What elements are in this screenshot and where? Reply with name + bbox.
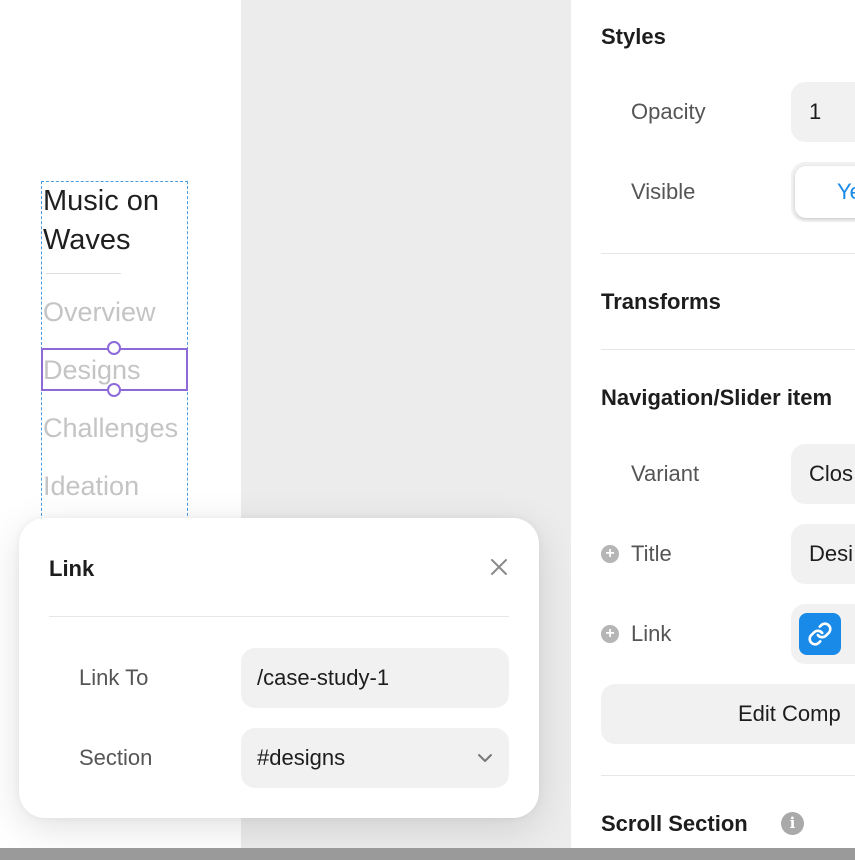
bottom-bar (0, 848, 855, 860)
info-icon[interactable]: i (781, 812, 804, 835)
nav-item-overview[interactable]: Overview (43, 296, 156, 328)
popover-title: Link (49, 556, 95, 581)
variant-select[interactable]: Clos (791, 444, 855, 504)
section-label: Section (79, 745, 153, 770)
styles-section-title: Styles (601, 24, 666, 49)
link-popover: Link Link To /case-study-1 Section #desi… (19, 518, 539, 818)
properties-panel: Styles Opacity 1 Visible Ye Transforms N… (571, 0, 855, 860)
visible-yes-option[interactable]: Ye (795, 166, 855, 218)
resize-handle-top[interactable] (107, 341, 121, 355)
title-input[interactable]: Desi (791, 524, 855, 584)
opacity-input[interactable]: 1 (791, 82, 855, 142)
nav-divider (46, 273, 121, 274)
scroll-section-title: Scroll Section (601, 811, 748, 836)
popover-divider (49, 616, 509, 617)
transforms-section-title[interactable]: Transforms (601, 289, 721, 315)
link-to-input[interactable]: /case-study-1 (241, 648, 509, 708)
panel-divider (601, 349, 855, 350)
add-title-icon[interactable]: + (601, 545, 619, 563)
link-label: Link (631, 621, 672, 646)
navigation-section-title: Navigation/Slider item (601, 385, 833, 410)
opacity-label: Opacity (631, 99, 706, 124)
link-icon[interactable] (799, 613, 841, 655)
add-link-icon[interactable]: + (601, 625, 619, 643)
panel-divider (601, 775, 855, 776)
link-field (791, 604, 855, 664)
nav-item-challenges[interactable]: Challenges (43, 412, 178, 444)
chevron-down-icon (475, 728, 495, 788)
panel-divider (601, 253, 855, 254)
title-label: Title (631, 541, 672, 566)
visible-label: Visible (631, 179, 696, 204)
visible-toggle[interactable]: Ye (791, 162, 855, 222)
resize-handle-bottom[interactable] (107, 383, 121, 397)
link-to-label: Link To (79, 665, 149, 690)
section-select-value: #designs (257, 745, 346, 770)
edit-component-button[interactable]: Edit Comp (601, 684, 855, 744)
section-select[interactable]: #designs (241, 728, 509, 788)
variant-label: Variant (631, 461, 700, 486)
close-icon[interactable] (487, 556, 511, 580)
nav-title: Music on Waves (43, 185, 160, 256)
nav-item-ideation[interactable]: Ideation (43, 470, 139, 502)
